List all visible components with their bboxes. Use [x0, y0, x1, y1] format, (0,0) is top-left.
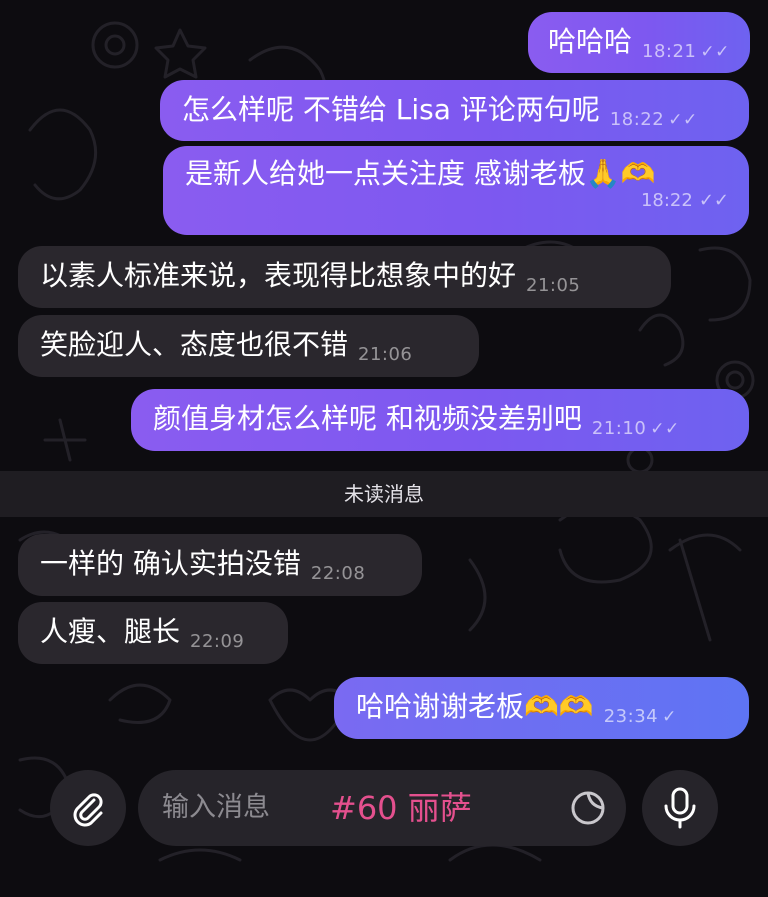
- message-bubble-incoming[interactable]: 以素人标准来说，表现得比想象中的好 21:05: [18, 246, 671, 308]
- message-bubble-outgoing[interactable]: 哈哈谢谢老板🫶🫶 23:34 ✓: [334, 677, 749, 739]
- message-text: 哈哈哈: [548, 25, 633, 58]
- attach-button[interactable]: [50, 770, 126, 846]
- message-text: 怎么样呢 不错给 Lisa 评论两句呢: [182, 93, 600, 126]
- voice-record-button[interactable]: [642, 770, 718, 846]
- microphone-icon: [664, 787, 696, 829]
- message-bubble-outgoing[interactable]: 颜值身材怎么样呢 和视频没差别吧 21:10 ✓✓: [131, 389, 749, 451]
- message-bubble-incoming[interactable]: 人瘦、腿长 22:09: [18, 602, 288, 664]
- message-text: 是新人给她一点关注度 感谢老板🙏🫶: [185, 157, 656, 190]
- message-time: 18:22: [609, 109, 665, 130]
- message-meta: 21:10 ✓✓: [592, 410, 680, 448]
- sticker-icon: [571, 791, 605, 825]
- message-time: 18:21: [642, 41, 697, 62]
- overlay-caption: #60 丽萨: [330, 789, 472, 827]
- message-time: 18:22: [640, 190, 693, 211]
- message-time: 22:09: [190, 631, 245, 652]
- message-text: 以素人标准来说，表现得比想象中的好: [40, 259, 517, 292]
- unread-messages-divider: 未读消息: [0, 471, 768, 517]
- message-time: 22:08: [310, 563, 366, 584]
- message-meta: 18:22 ✓✓: [185, 189, 729, 213]
- message-bubble-outgoing[interactable]: 是新人给她一点关注度 感谢老板🙏🫶 18:22 ✓✓: [163, 146, 749, 235]
- message-input-field[interactable]: 输入消息 #60 丽萨: [138, 770, 626, 846]
- read-receipt-icon: ✓✓: [698, 190, 729, 211]
- message-bubble-incoming[interactable]: 笑脸迎人、态度也很不错 21:06: [18, 315, 479, 377]
- message-text: 笑脸迎人、态度也很不错: [40, 328, 349, 361]
- message-input-placeholder: 输入消息: [162, 792, 270, 823]
- message-text: 颜值身材怎么样呢 和视频没差别吧: [153, 402, 582, 435]
- read-receipt-icon: ✓✓: [700, 42, 730, 62]
- read-receipt-icon: ✓✓: [650, 419, 680, 439]
- message-bubble-incoming[interactable]: 一样的 确认实拍没错 22:08: [18, 534, 422, 596]
- chat-screen: 哈哈哈 18:21 ✓✓ 怎么样呢 不错给 Lisa 评论两句呢 18:22 ✓✓ 是新…: [0, 0, 768, 897]
- message-time: 21:06: [358, 344, 413, 365]
- message-text: 人瘦、腿长: [40, 615, 181, 648]
- paperclip-icon: [73, 793, 103, 827]
- message-time: 21:05: [526, 275, 581, 296]
- message-text: 哈哈谢谢老板🫶🫶: [356, 690, 594, 723]
- message-time: 23:34: [603, 706, 659, 727]
- sticker-button[interactable]: [568, 788, 608, 828]
- read-receipt-icon: ✓: [662, 707, 677, 727]
- message-meta: 18:21 ✓✓: [642, 33, 730, 71]
- message-meta: 18:22 ✓✓: [610, 101, 698, 139]
- message-meta: 23:34 ✓: [604, 698, 677, 736]
- message-bubble-outgoing[interactable]: 怎么样呢 不错给 Lisa 评论两句呢 18:22 ✓✓: [160, 80, 749, 141]
- message-time: 21:10: [591, 418, 647, 439]
- read-receipt-icon: ✓✓: [668, 110, 698, 130]
- message-text: 一样的 确认实拍没错: [40, 547, 301, 580]
- message-bubble-outgoing[interactable]: 哈哈哈 18:21 ✓✓: [528, 12, 750, 73]
